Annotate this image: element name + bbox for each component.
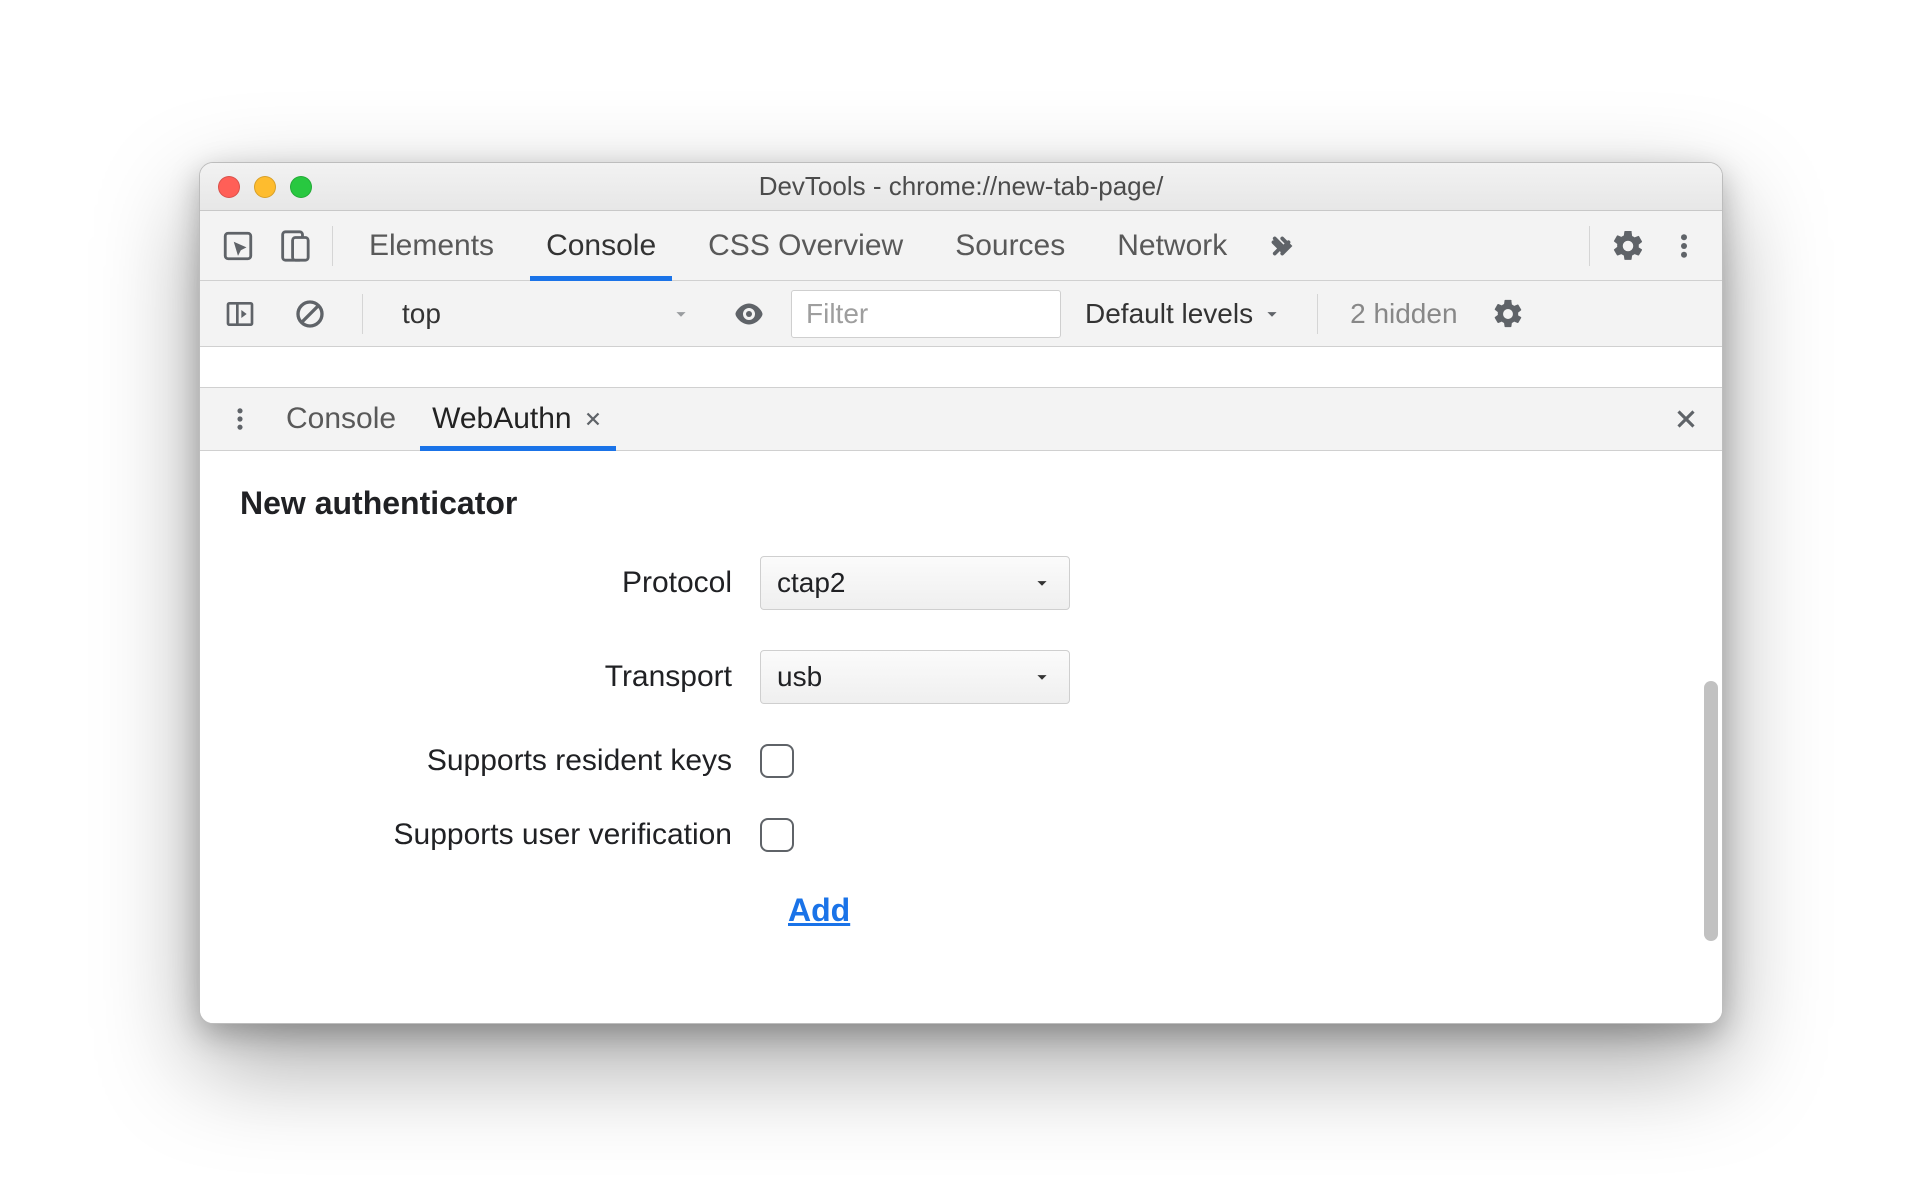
settings-button[interactable]: [1600, 218, 1656, 274]
devtools-window: DevTools - chrome://new-tab-page/ Elemen…: [199, 162, 1723, 1024]
log-levels-select[interactable]: Default levels: [1075, 290, 1293, 338]
tab-elements[interactable]: Elements: [343, 211, 520, 280]
console-output-area[interactable]: [200, 347, 1722, 387]
tab-console-label: Console: [546, 229, 656, 263]
transport-value: usb: [777, 661, 822, 693]
device-toolbar-icon[interactable]: [266, 218, 322, 274]
titlebar: DevTools - chrome://new-tab-page/: [200, 163, 1722, 211]
more-options-button[interactable]: [1656, 218, 1712, 274]
drawer-tab-webauthn-label: WebAuthn: [432, 402, 572, 436]
row-protocol: Protocol ctap2: [240, 556, 1682, 610]
separator: [1317, 294, 1318, 334]
console-toolbar: top Default levels 2 hidden: [200, 281, 1722, 347]
chevron-down-icon: [1031, 572, 1053, 594]
hidden-messages-count[interactable]: 2 hidden: [1342, 298, 1465, 330]
drawer-tabstrip: Console WebAuthn: [200, 387, 1722, 451]
more-tabs-button[interactable]: [1253, 218, 1309, 274]
clear-console-icon[interactable]: [282, 286, 338, 342]
drawer-tab-console[interactable]: Console: [268, 388, 414, 450]
drawer-more-button[interactable]: [212, 391, 268, 447]
inspect-element-icon[interactable]: [210, 218, 266, 274]
separator: [362, 294, 363, 334]
resident-keys-checkbox[interactable]: [760, 744, 794, 778]
drawer-close-button[interactable]: [1662, 395, 1710, 443]
resident-keys-label: Supports resident keys: [240, 744, 760, 778]
console-settings-button[interactable]: [1480, 286, 1536, 342]
add-button[interactable]: Add: [788, 892, 850, 929]
console-sidebar-toggle-icon[interactable]: [212, 286, 268, 342]
window-title: DevTools - chrome://new-tab-page/: [200, 171, 1722, 202]
separator: [1589, 226, 1590, 266]
main-tabstrip: Elements Console CSS Overview Sources Ne…: [200, 211, 1722, 281]
drawer-tab-webauthn[interactable]: WebAuthn: [414, 388, 622, 450]
tab-console[interactable]: Console: [520, 211, 682, 280]
close-icon[interactable]: [582, 408, 604, 430]
row-resident-keys: Supports resident keys: [240, 744, 1682, 778]
tab-css-overview[interactable]: CSS Overview: [682, 211, 929, 280]
panel-heading: New authenticator: [240, 485, 1682, 522]
tab-network[interactable]: Network: [1091, 211, 1253, 280]
execution-context-select[interactable]: top: [387, 290, 707, 338]
tab-sources[interactable]: Sources: [929, 211, 1091, 280]
protocol-select[interactable]: ctap2: [760, 556, 1070, 610]
row-add: Add: [240, 892, 1682, 929]
protocol-value: ctap2: [777, 567, 846, 599]
live-expression-icon[interactable]: [721, 286, 777, 342]
transport-label: Transport: [240, 660, 760, 694]
execution-context-value: top: [402, 298, 441, 330]
tab-sources-label: Sources: [955, 229, 1065, 263]
transport-select[interactable]: usb: [760, 650, 1070, 704]
row-user-verification: Supports user verification: [240, 818, 1682, 852]
drawer-tab-console-label: Console: [286, 402, 396, 436]
tab-css-overview-label: CSS Overview: [708, 229, 903, 263]
user-verification-label: Supports user verification: [240, 818, 760, 852]
log-levels-value: Default levels: [1085, 298, 1253, 330]
protocol-label: Protocol: [240, 566, 760, 600]
user-verification-checkbox[interactable]: [760, 818, 794, 852]
filter-input[interactable]: [791, 290, 1061, 338]
chevron-down-icon: [1031, 666, 1053, 688]
tab-elements-label: Elements: [369, 229, 494, 263]
row-transport: Transport usb: [240, 650, 1682, 704]
webauthn-panel: New authenticator Protocol ctap2 Transpo…: [200, 451, 1722, 1023]
separator: [332, 226, 333, 266]
tab-network-label: Network: [1117, 229, 1227, 263]
